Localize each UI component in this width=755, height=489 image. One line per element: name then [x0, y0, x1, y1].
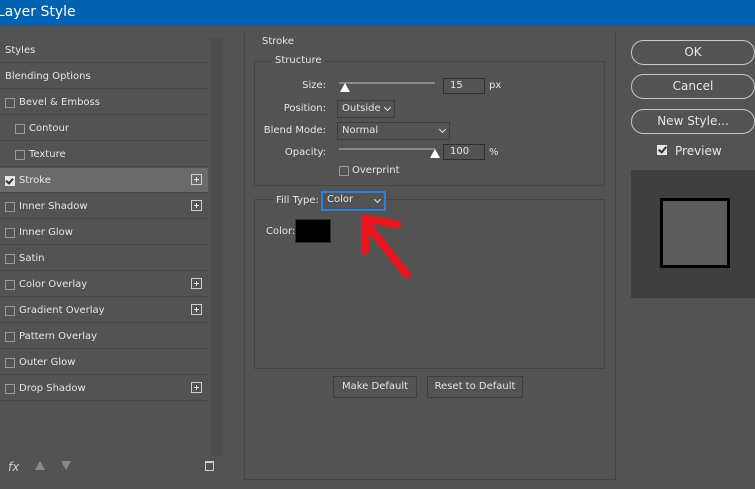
size-slider-thumb[interactable] [339, 83, 350, 92]
add-effect-icon[interactable] [191, 200, 202, 211]
color-label: Color: [266, 226, 296, 237]
opacity-unit: % [489, 147, 499, 158]
sidebar-checkbox[interactable] [5, 358, 15, 368]
add-effect-icon[interactable] [191, 278, 202, 289]
size-label: Size: [302, 80, 326, 91]
size-slider-track[interactable] [339, 82, 435, 84]
sidebar-item-texture[interactable]: Texture [0, 142, 208, 167]
sidebar-item-label: Outer Glow [19, 357, 76, 368]
color-swatch[interactable] [295, 219, 331, 243]
fx-icon[interactable]: fx [8, 460, 19, 474]
sidebar-item-outer-glow[interactable]: Outer Glow [0, 350, 208, 375]
window-titlebar: Layer Style [0, 0, 755, 26]
fill-type-label: Fill Type: [273, 195, 322, 206]
stroke-section-title: Stroke [262, 36, 294, 47]
ok-button[interactable]: OK [631, 40, 755, 65]
sidebar-item-label: Inner Shadow [19, 201, 88, 212]
opacity-input[interactable]: 100 [443, 144, 485, 160]
sidebar-item-drop-shadow[interactable]: Drop Shadow [0, 376, 208, 401]
chevron-down-icon [373, 195, 382, 204]
sidebar-item-label: Gradient Overlay [19, 305, 105, 316]
sidebar-checkbox[interactable] [5, 228, 15, 238]
blend-mode-dropdown[interactable]: Normal [337, 122, 450, 140]
sidebar-item-stroke[interactable]: Stroke [0, 168, 208, 193]
position-dropdown[interactable]: Outside [337, 100, 395, 118]
sidebar-item-color-overlay[interactable]: Color Overlay [0, 272, 208, 297]
annotation-arrow-icon [361, 215, 411, 279]
preview-thumbnail [660, 198, 730, 268]
sidebar-checkbox[interactable] [5, 306, 15, 316]
sidebar-item-label: Pattern Overlay [19, 331, 98, 342]
sidebar-item-blending-options[interactable]: Blending Options [0, 64, 208, 89]
sidebar-item-satin[interactable]: Satin [0, 246, 208, 271]
chevron-down-icon [383, 103, 392, 112]
window-title: Layer Style [0, 4, 76, 20]
sidebar-item-label: Styles [5, 45, 36, 56]
sidebar-checkbox[interactable] [5, 176, 15, 186]
sidebar-item-label: Contour [29, 123, 69, 134]
sidebar-item-gradient-overlay[interactable]: Gradient Overlay [0, 298, 208, 323]
sidebar-checkbox[interactable] [5, 384, 15, 394]
sidebar-item-label: Texture [29, 149, 66, 160]
sidebar-item-label: Blending Options [5, 71, 91, 82]
move-down-icon[interactable] [61, 461, 71, 470]
fill-type-value: Color [327, 194, 354, 205]
blend-mode-value: Normal [342, 125, 379, 136]
sidebar-checkbox[interactable] [5, 98, 15, 108]
styles-list: Styles Blending Options Bevel & Emboss Cont… [0, 38, 224, 456]
overprint-label: Overprint [352, 165, 400, 176]
sidebar-item-label: Inner Glow [19, 227, 73, 238]
position-value: Outside [342, 103, 381, 114]
sidebar-item-inner-glow[interactable]: Inner Glow [0, 220, 208, 245]
add-effect-icon[interactable] [191, 382, 202, 393]
structure-title: Structure [272, 55, 325, 66]
sidebar-item-label: Satin [19, 253, 45, 264]
sidebar-checkbox[interactable] [15, 124, 25, 134]
trash-icon[interactable] [205, 461, 214, 471]
position-label: Position: [283, 103, 326, 114]
move-up-icon[interactable] [35, 461, 45, 470]
add-effect-icon[interactable] [191, 304, 202, 315]
blend-mode-label: Blend Mode: [263, 125, 326, 136]
reset-to-default-button[interactable]: Reset to Default [427, 376, 523, 398]
sidebar-item-bevel-emboss[interactable]: Bevel & Emboss [0, 90, 208, 115]
chevron-down-icon [438, 125, 447, 134]
sidebar-checkbox[interactable] [15, 150, 25, 160]
sidebar-checkbox[interactable] [5, 332, 15, 342]
sidebar-checkbox[interactable] [5, 254, 15, 264]
sidebar-item-label: Stroke [19, 175, 51, 186]
sidebar-checkbox[interactable] [5, 202, 15, 212]
size-unit: px [489, 80, 502, 91]
size-input[interactable]: 15 [443, 78, 485, 94]
sidebar-item-pattern-overlay[interactable]: Pattern Overlay [0, 324, 208, 349]
sidebar-checkbox[interactable] [5, 280, 15, 290]
opacity-label: Opacity: [284, 147, 326, 158]
sidebar-item-styles[interactable]: Styles [0, 38, 208, 63]
styles-list-scrollbar[interactable] [210, 38, 223, 456]
sidebar-item-label: Drop Shadow [19, 383, 86, 394]
add-effect-icon[interactable] [191, 174, 202, 185]
opacity-slider-thumb[interactable] [430, 149, 440, 158]
sidebar-item-label: Bevel & Emboss [19, 97, 100, 108]
opacity-slider-track[interactable] [339, 148, 435, 150]
make-default-button[interactable]: Make Default [333, 376, 417, 398]
overprint-checkbox[interactable] [339, 166, 349, 176]
preview-checkbox[interactable] [657, 145, 667, 155]
sidebar-item-label: Color Overlay [19, 279, 88, 290]
new-style-button[interactable]: New Style... [631, 109, 755, 134]
cancel-button[interactable]: Cancel [631, 74, 755, 99]
sidebar-item-inner-shadow[interactable]: Inner Shadow [0, 194, 208, 219]
preview-label: Preview [675, 144, 722, 158]
sidebar-item-contour[interactable]: Contour [0, 116, 208, 141]
